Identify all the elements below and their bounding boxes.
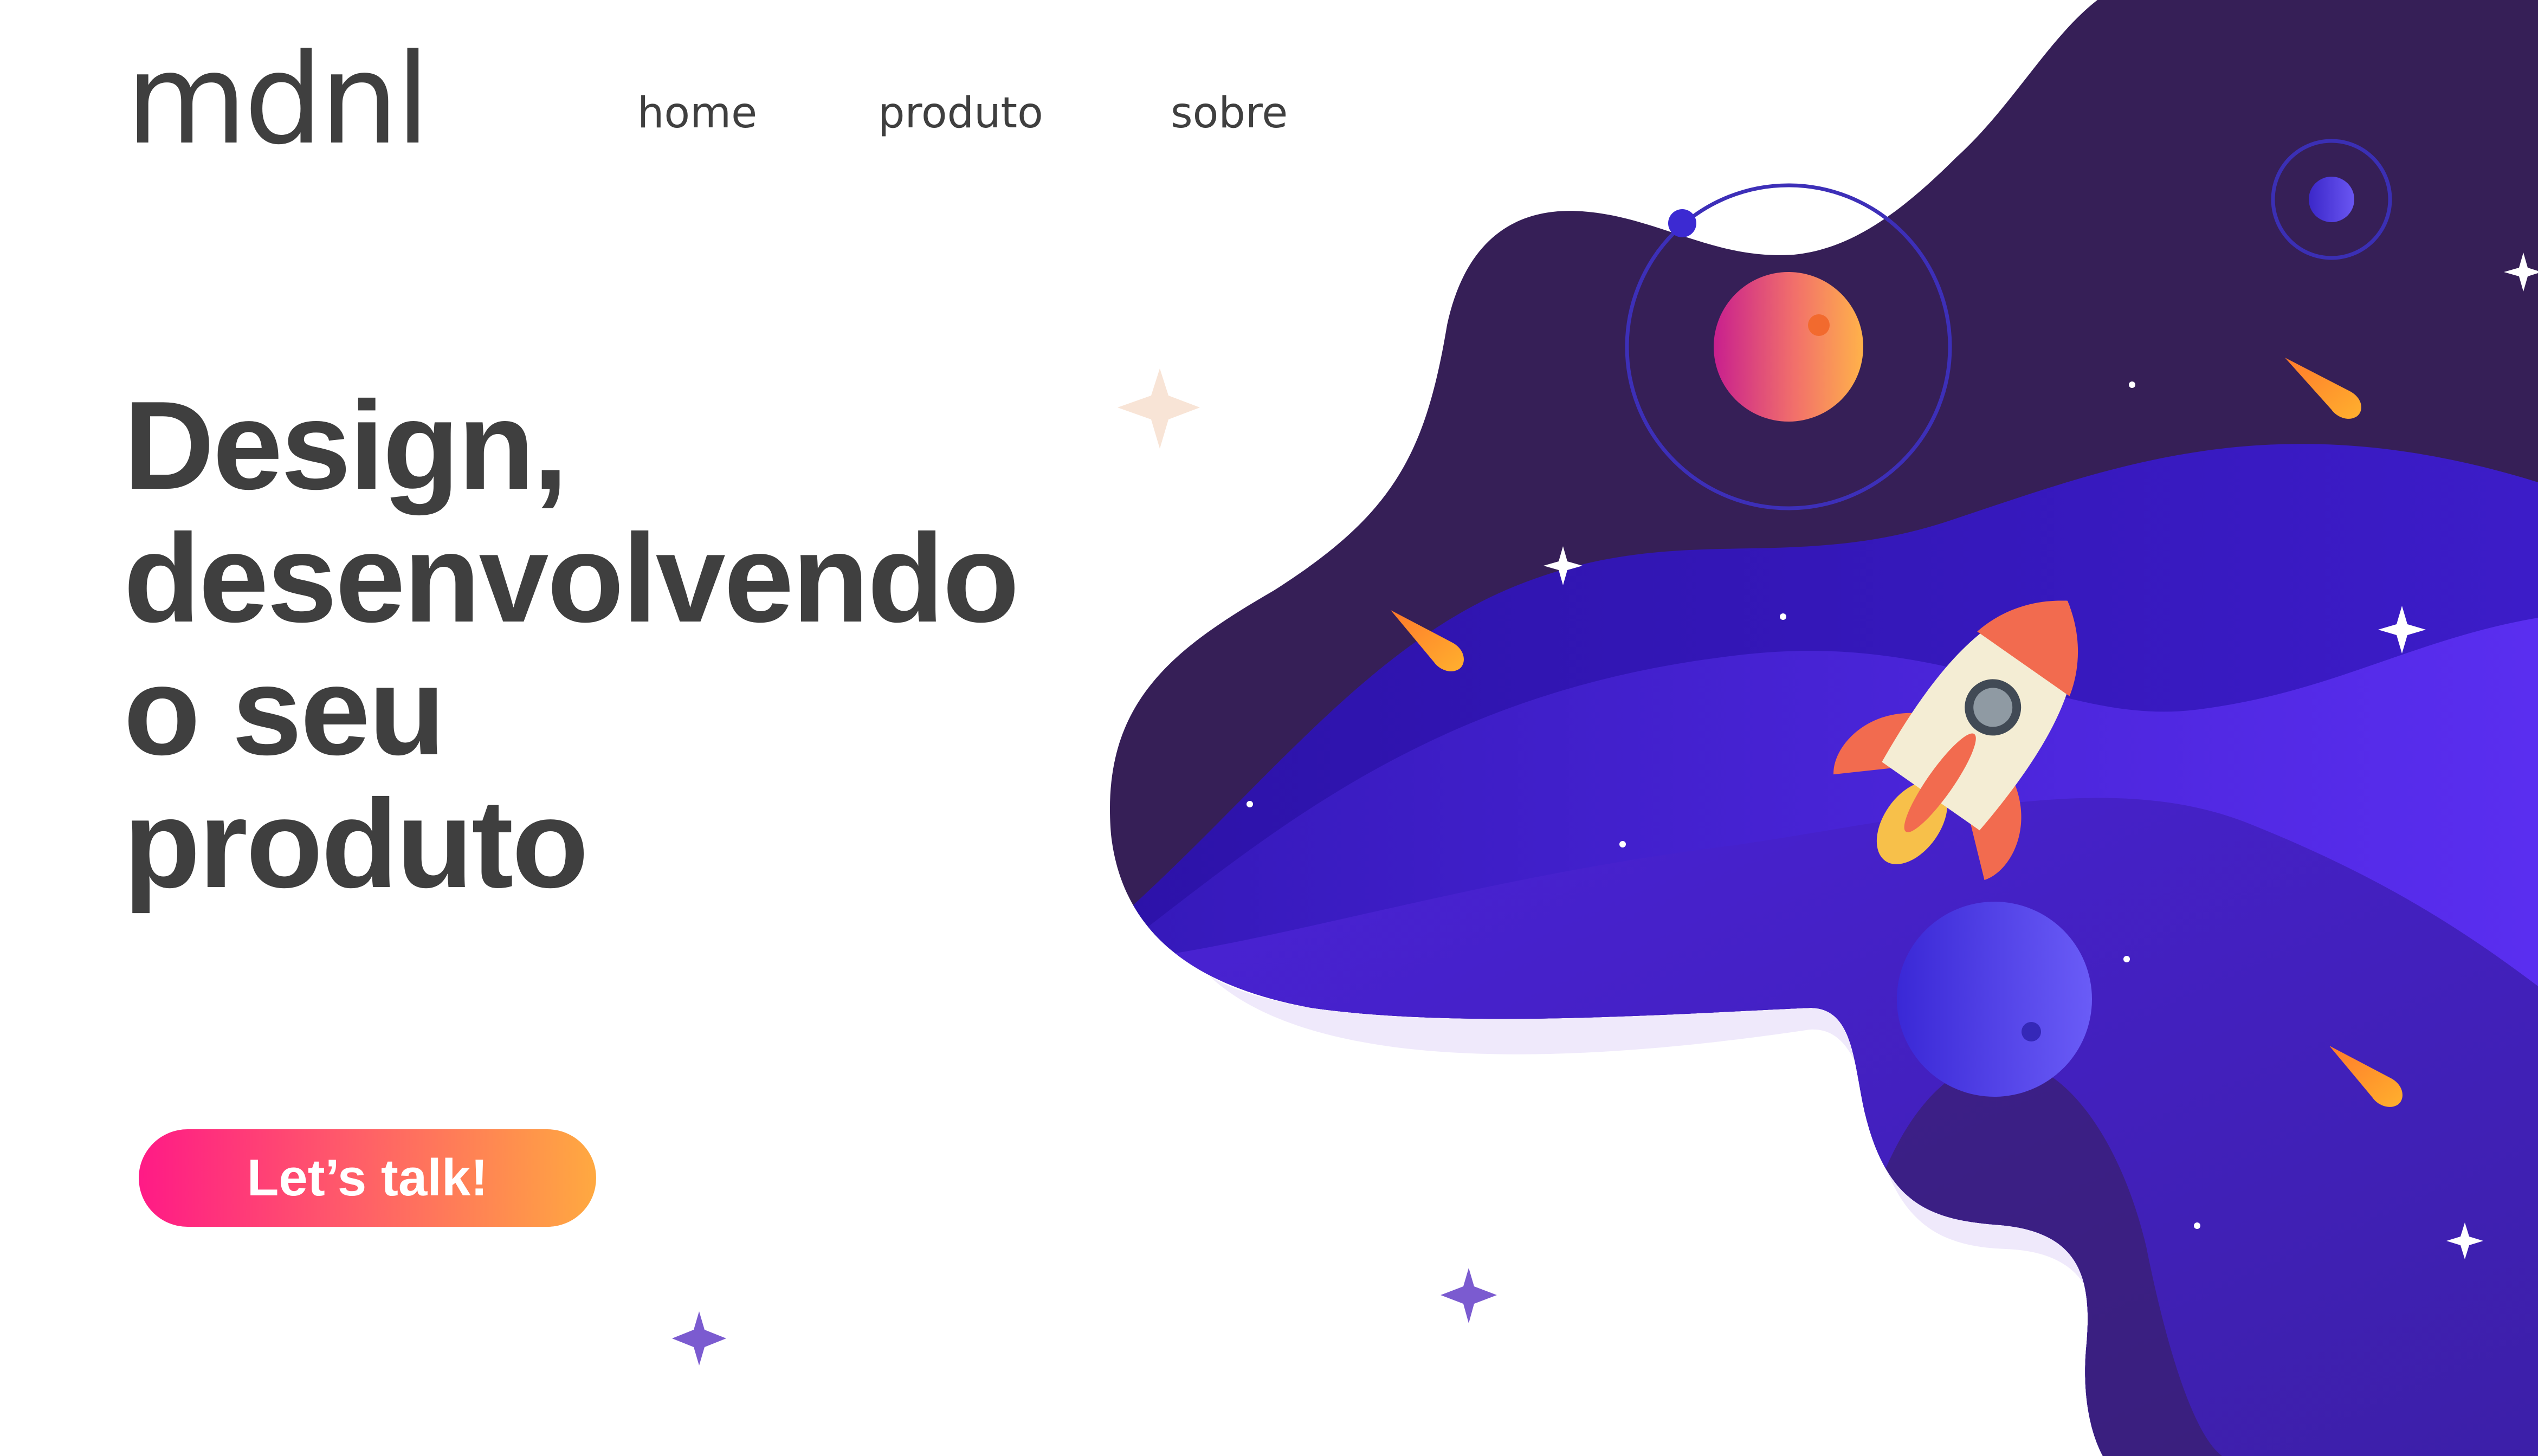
hero-title-line: o seu (124, 641, 445, 781)
planet-icon (1714, 272, 1863, 422)
peach-star-icon (1118, 368, 1200, 449)
hero-title-line: desenvolvendo (124, 508, 1019, 649)
planet-crater (1808, 314, 1830, 336)
landing-page: mdnl home produto sobre Design, desenvol… (0, 0, 2538, 1456)
moon-crater (2022, 1022, 2041, 1041)
brand-logo[interactable]: mdnl (126, 38, 430, 163)
moon-icon (1897, 902, 2092, 1097)
hero-title-line: Design, (124, 376, 568, 516)
violet-star-icon (1441, 1268, 1497, 1323)
orbit-satellite (1668, 209, 1696, 237)
lets-talk-button[interactable]: Let’s talk! (139, 1129, 596, 1227)
hero-title-line: produto (124, 774, 589, 914)
hero-title: Design, desenvolvendo o seu produto (124, 376, 1019, 914)
nav-sobre[interactable]: sobre (1171, 92, 1288, 134)
violet-star-icon (672, 1311, 726, 1366)
nav-produto[interactable]: produto (878, 92, 1043, 134)
small-planet-icon (2309, 177, 2354, 222)
nav-home[interactable]: home (637, 92, 757, 134)
